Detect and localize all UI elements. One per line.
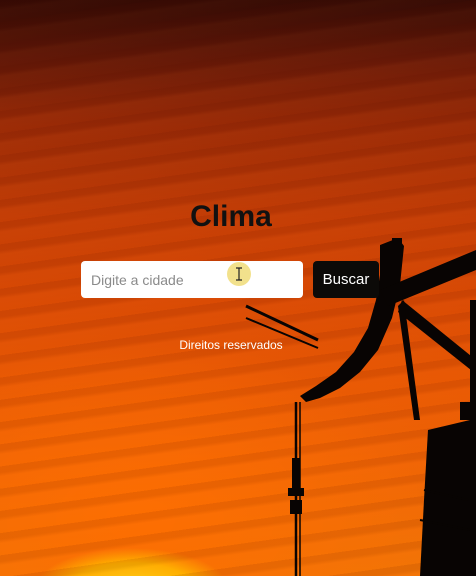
- footer-copyright: Direitos reservados: [179, 338, 283, 352]
- city-search-input[interactable]: [81, 261, 303, 298]
- search-button[interactable]: Buscar: [313, 261, 379, 298]
- main-content: Clima Buscar Direitos reservados: [0, 0, 476, 576]
- text-cursor-icon: [227, 262, 251, 286]
- page: { "app": { "title": "Clima" }, "search":…: [0, 0, 476, 576]
- page-title: Clima: [190, 200, 272, 233]
